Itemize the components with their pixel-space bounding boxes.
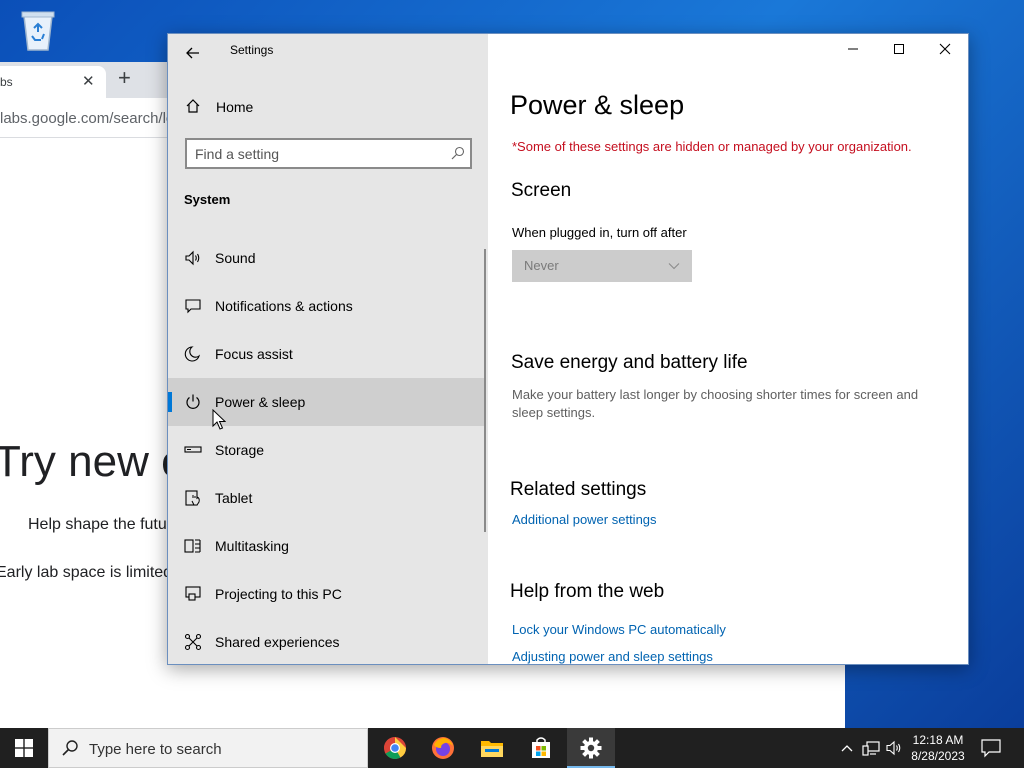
recycle-bin-icon[interactable] (16, 6, 60, 52)
related-settings-heading: Related settings (510, 479, 647, 500)
home-link[interactable]: Home (168, 90, 488, 124)
page-title: Power & sleep (510, 90, 685, 120)
clock-date: 8/28/2023 (911, 749, 965, 763)
help-link-power-sleep[interactable]: Adjusting power and sleep settings (512, 649, 713, 664)
home-icon (186, 99, 200, 113)
save-energy-heading: Save energy and battery life (511, 352, 748, 373)
clock-time: 12:18 AM (912, 733, 964, 747)
shared-icon (184, 633, 202, 651)
browser-tab[interactable]: bs ✕ (0, 66, 106, 98)
settings-icon (580, 737, 602, 759)
maximize-icon (894, 44, 904, 54)
find-setting-search-box[interactable] (185, 138, 472, 169)
sidebar-item-multitasking[interactable]: Multitasking (168, 522, 486, 570)
firefox-icon (432, 737, 454, 759)
sidebar-item-tablet[interactable]: Tablet (168, 474, 486, 522)
browser-page-text: Help shape the futu (28, 516, 167, 533)
browser-tab-label: bs (0, 75, 13, 89)
sidebar-item-notifications[interactable]: Notifications & actions (168, 282, 486, 330)
taskbar-clock[interactable]: 12:18 AM 8/28/2023 (906, 732, 970, 764)
browser-page-text: Early lab space is limited (0, 564, 173, 581)
sidebar-item-storage[interactable]: Storage (168, 426, 486, 474)
help-heading: Help from the web (510, 581, 665, 602)
file-explorer-icon (481, 741, 503, 757)
additional-power-settings-link[interactable]: Additional power settings (512, 512, 657, 527)
sidebar-item-label: Storage (215, 442, 265, 458)
tablet-icon (185, 490, 200, 506)
org-managed-warning: *Some of these settings are hidden or ma… (512, 139, 912, 154)
close-icon (939, 43, 951, 55)
search-icon (451, 146, 465, 160)
show-hidden-icons-chevron-up-icon[interactable] (837, 738, 857, 758)
browser-url[interactable]: labs.google.com/search/log (0, 110, 183, 127)
plugged-in-timeout-dropdown[interactable]: Never (512, 250, 692, 282)
chevron-down-icon (668, 263, 680, 270)
taskbar-app-firefox[interactable] (419, 728, 467, 768)
browser-page-headline: Try new e (0, 437, 186, 486)
taskbar-app-chrome[interactable] (371, 728, 419, 768)
settings-content-pane: Power & sleep *Some of these settings ar… (488, 34, 968, 664)
sidebar-item-label: Multitasking (215, 538, 289, 554)
taskbar-search-box[interactable] (48, 728, 368, 768)
window-title: Settings (230, 43, 274, 57)
back-button[interactable] (178, 38, 208, 68)
start-button[interactable] (0, 728, 48, 768)
speaker-icon (185, 250, 200, 266)
save-energy-description: Make your battery last longer by choosin… (512, 387, 919, 420)
sidebar-item-focus-assist[interactable]: Focus assist (168, 330, 486, 378)
multitasking-icon (184, 539, 201, 553)
home-label: Home (216, 99, 254, 115)
find-setting-input[interactable] (195, 144, 435, 163)
storage-icon (184, 446, 202, 453)
chrome-icon (384, 737, 406, 759)
sidebar-item-label: Notifications & actions (215, 298, 353, 314)
screen-heading: Screen (511, 180, 572, 201)
sidebar-item-label: Focus assist (215, 346, 293, 362)
sidebar-item-label: Projecting to this PC (215, 586, 342, 602)
sidebar-item-sound[interactable]: Sound (168, 234, 486, 282)
plugged-in-label: When plugged in, turn off after (512, 225, 687, 240)
back-arrow-icon (186, 47, 199, 59)
volume-icon[interactable] (885, 738, 905, 758)
help-link-lock-pc[interactable]: Lock your Windows PC automatically (512, 622, 726, 637)
taskbar: 12:18 AM 8/28/2023 (0, 728, 1024, 768)
sidebar-item-label: Power & sleep (215, 394, 306, 410)
settings-nav-list: Sound Notifications & actions Focus assi… (168, 234, 488, 664)
taskbar-app-settings[interactable] (567, 728, 615, 768)
windows-logo-icon (15, 739, 33, 757)
browser-new-tab-button[interactable]: + (118, 65, 131, 91)
nav-scrollbar[interactable] (484, 249, 486, 532)
mouse-cursor-icon (212, 409, 226, 430)
minimize-button[interactable] (830, 34, 876, 64)
section-title: System (184, 192, 231, 207)
power-icon (186, 394, 200, 409)
sidebar-item-label: Tablet (215, 490, 253, 506)
sidebar-item-shared-experiences[interactable]: Shared experiences (168, 618, 486, 664)
action-center-notification-icon[interactable] (980, 738, 1002, 758)
network-icon[interactable] (861, 738, 881, 758)
search-icon (62, 740, 78, 756)
store-icon (532, 737, 550, 758)
taskbar-app-file-explorer[interactable] (468, 728, 516, 768)
sidebar-item-label: Sound (215, 250, 256, 266)
sidebar-item-label: Shared experiences (215, 634, 340, 650)
settings-nav-pane: Settings Home System Sound (168, 34, 488, 664)
minimize-icon (848, 48, 858, 50)
sidebar-item-projecting[interactable]: Projecting to this PC (168, 570, 486, 618)
maximize-button[interactable] (876, 34, 922, 64)
dropdown-value: Never (524, 258, 559, 273)
moon-icon (184, 346, 201, 362)
taskbar-search-input[interactable] (89, 739, 349, 759)
settings-window: Settings Home System Sound (167, 33, 969, 665)
close-button[interactable] (922, 34, 968, 64)
projecting-icon (185, 586, 201, 601)
taskbar-app-store[interactable] (517, 728, 565, 768)
notification-icon (185, 299, 201, 314)
browser-tab-close-icon[interactable]: ✕ (82, 72, 95, 90)
